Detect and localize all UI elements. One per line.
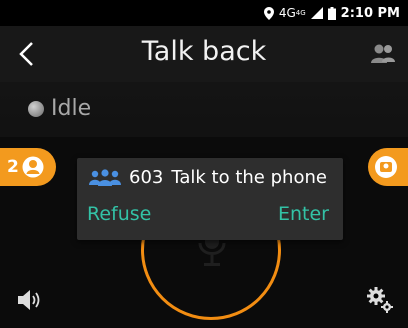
enter-button[interactable]: Enter [278, 203, 329, 225]
location-icon [263, 6, 274, 20]
network-type-sup: 4G [295, 9, 306, 17]
clock: 2:10 PM [340, 5, 400, 21]
online-members-count: 2 [7, 157, 19, 177]
page-title: Talk back [141, 36, 267, 67]
settings-button[interactable] [366, 286, 394, 314]
gear-icon [367, 287, 393, 313]
user-avatar-icon [22, 156, 44, 178]
incoming-talk-dialog: 603 Talk to the phone Refuse Enter [77, 158, 343, 240]
network-type: 4G [278, 6, 296, 20]
group-id: 603 [129, 167, 164, 188]
status-label: Idle [51, 96, 92, 121]
group-icon [89, 168, 121, 186]
members-button[interactable] [370, 43, 396, 65]
contact-icon [375, 156, 397, 178]
speaker-button[interactable] [16, 288, 42, 312]
status-bar: 4G 4G 2:10 PM [0, 0, 408, 26]
app-header: Talk back [0, 26, 408, 82]
signal-icon [310, 7, 323, 19]
speaker-icon [18, 290, 40, 310]
dialog-header: 603 Talk to the phone [89, 167, 327, 188]
refuse-button[interactable]: Refuse [87, 203, 151, 225]
status-dot-icon [28, 100, 44, 117]
users-icon [371, 44, 395, 63]
contact-badge[interactable] [368, 148, 408, 186]
online-members-badge[interactable]: 2 [0, 148, 56, 186]
status-indicator: Idle [28, 96, 91, 121]
dialog-message: Talk to the phone [171, 167, 327, 188]
network-indicator: 4G 4G [279, 6, 306, 20]
battery-icon [327, 6, 336, 20]
